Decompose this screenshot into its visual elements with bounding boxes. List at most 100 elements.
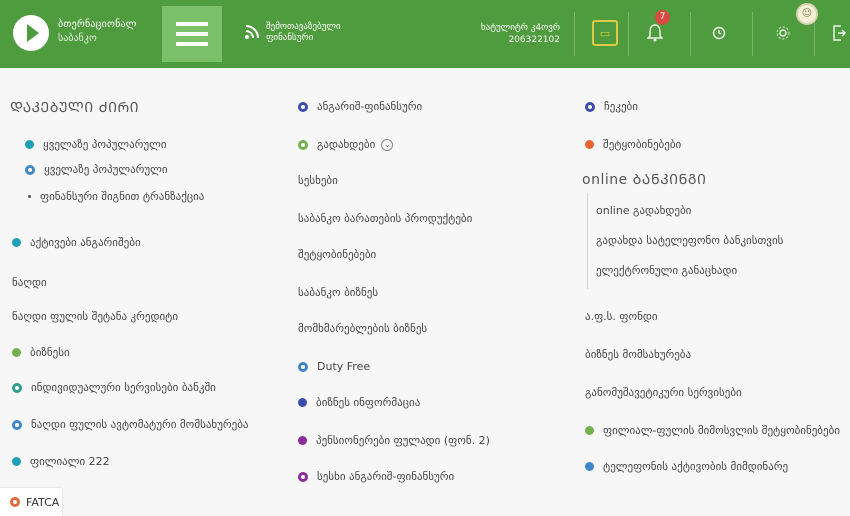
logo-icon (13, 15, 49, 51)
menu-item[interactable]: პენსიონერები ფულადი (ფონ. 2) (298, 434, 490, 447)
online-item[interactable]: ელექტრონული განაცხადი (596, 264, 737, 277)
menu-item[interactable]: აქტივები ანგარიშები (12, 236, 141, 249)
dot-icon (585, 462, 594, 471)
ring-icon (585, 101, 595, 112)
menu-item-label: სესხი ანგარიშ-ფინანსური (317, 470, 455, 483)
menu-item[interactable]: ანგარიშ-ფინანსური (298, 100, 422, 113)
dot-icon (298, 436, 307, 445)
menu-item-label: ბიზნეს ინფორმაცია (316, 396, 421, 409)
menu-item-label: ტელეფონის აქტივობის მიმდინარე (603, 460, 789, 473)
menu-item[interactable]: ყველაზე პოპულარული (25, 163, 168, 176)
rss-icon-svg (245, 25, 259, 39)
menu-item-label: შეტყობინებები (603, 138, 682, 151)
menu-item[interactable]: შეტყობინებები (585, 138, 681, 151)
menu-item[interactable]: სესხი ანგარიშ-ფინანსური (298, 470, 454, 483)
fatca-label: FATCA (26, 495, 60, 509)
card-icon[interactable]: ▭ (592, 20, 618, 46)
online-divider (587, 193, 588, 289)
rss-icon[interactable] (244, 24, 260, 40)
user-id: 206322102 (508, 35, 560, 45)
menu-item[interactable]: ყველაზე პოპულარული (25, 138, 167, 151)
menu-toggle-button[interactable] (162, 6, 222, 62)
header-separator (690, 12, 691, 56)
header-separator (574, 12, 575, 56)
user-info[interactable]: ხატულიტრ კ4ოვრ 206322102 (481, 22, 560, 46)
menu-item[interactable]: ფილიალი 222 (12, 455, 110, 468)
menu-item-label: ყველაზე პოპულარული (44, 163, 168, 176)
menu-item[interactable]: ნაღდი ფულის შეტანა კრედიტი (12, 310, 178, 323)
menu-item[interactable]: ფინანსური შიგნით ტრანზაქცია (28, 190, 204, 203)
logout-icon-svg (833, 25, 846, 41)
chevron-down-icon[interactable]: ⌄ (381, 138, 394, 151)
menu-item-label: ანგარიშ-ფინანსური (317, 100, 423, 113)
menu-item-label: ფილიალ-ფულის მიმოსვლის შეტყობინებები (603, 424, 840, 437)
menu-item-label: მომხმარებლების ბიზნეს (298, 322, 428, 335)
online-item-label: გადახდა სატელეფონო ბანკისთვის (596, 234, 784, 247)
services-line-1: შემოთავაზებული (266, 22, 341, 32)
menu-item[interactable]: ჩეკები (585, 100, 638, 113)
menu-item[interactable]: მომხმარებლების ბიზნეს (298, 322, 427, 335)
menu-item-label: ჩეკები (604, 100, 638, 113)
menu-item[interactable]: ბიზნეს მომსახურება (585, 348, 691, 361)
menu-line (176, 32, 208, 36)
menu-item[interactable]: ბიზნეს ინფორმაცია (298, 396, 420, 409)
dot-icon (298, 398, 307, 407)
menu-item[interactable]: ინდივიდუალური სერვისები ბანკში (12, 381, 216, 394)
menu-item-label: ფილიალი 222 (30, 455, 110, 468)
menu-item-label: ბიზნესი (30, 346, 70, 359)
menu-item[interactable]: საბანკო ბიზნეს (298, 286, 378, 299)
menu-item-label: საბანკო ბარათების პროდუქტები (298, 212, 473, 225)
gear-icon[interactable] (768, 18, 798, 48)
menu-item[interactable]: სესხები (298, 174, 338, 187)
menu-item[interactable]: ფილიალ-ფულის მიმოსვლის შეტყობინებები (585, 424, 840, 437)
dot-icon (585, 426, 594, 435)
services-line-2: ფინანსური (266, 33, 314, 43)
menu-item[interactable]: ა.ფ.ს. ფონდი (585, 310, 658, 323)
menu-item-label: საბანკო ბიზნეს (298, 286, 379, 299)
menu-item-label: ნაღდი (12, 276, 47, 289)
dot-icon (12, 348, 21, 357)
menu-item[interactable]: ბიზნესი (12, 346, 70, 359)
location-pin-icon (10, 497, 20, 507)
header-separator (752, 12, 753, 56)
dot-icon (25, 140, 34, 149)
menu-item[interactable]: შეტყობინებები (298, 248, 376, 261)
menu-item[interactable]: ნაღდი ფულის ავტომატური მომსახურება (12, 418, 249, 431)
menu-item-label: ნაღდი ფულის ავტომატური მომსახურება (31, 418, 249, 431)
ring-icon (12, 382, 22, 393)
ring-icon (298, 101, 308, 112)
ring-icon (298, 361, 308, 372)
menu-item-label: Duty Free (317, 360, 371, 373)
menu-item[interactable]: ტელეფონის აქტივობის მიმდინარე (585, 460, 788, 473)
menu-item-label: პენსიონერები ფულადი (ფონ. 2) (316, 434, 490, 447)
menu-item[interactable]: Duty Free (298, 360, 370, 373)
bell-icon-svg (647, 24, 663, 42)
menu-item-label: ნაღდი ფულის შეტანა კრედიტი (12, 310, 179, 323)
menu-line (176, 42, 208, 46)
menu-item[interactable]: გადახდები ⌄ (298, 138, 394, 151)
online-item[interactable]: online გადახდები (596, 204, 691, 217)
services-link[interactable]: შემოთავაზებული ფინანსური (266, 22, 341, 44)
menu-item[interactable]: ნაღდი (12, 276, 47, 289)
gear-icon-svg (776, 26, 790, 40)
clock-icon[interactable] (704, 18, 734, 48)
menu-item-label: გადახდები (317, 138, 376, 151)
ring-icon (298, 139, 308, 150)
menu-item-label: ბიზნეს მომსახურება (585, 348, 692, 361)
logout-icon[interactable] (824, 18, 850, 48)
top-header: ბთერნაციონალ საბანკო შემოთავაზებული ფინა… (0, 0, 850, 68)
logo-subtitle: საბანკო (58, 33, 97, 44)
dot-icon (12, 238, 21, 247)
online-item-label: ელექტრონული განაცხადი (596, 264, 738, 277)
menu-item[interactable]: განომუშავეტიკური სერვისები (585, 386, 742, 399)
fatca-button[interactable]: FATCA (0, 488, 62, 516)
notification-badge: 7 (655, 10, 670, 25)
clock-icon-svg (712, 26, 726, 40)
bank-logo[interactable]: ბთერნაციონალ საბანკო (8, 12, 168, 54)
ring-icon (298, 471, 308, 482)
dot-icon (585, 140, 594, 149)
menu-item[interactable]: საბანკო ბარათების პროდუქტები (298, 212, 472, 225)
section-title-main: ᲓᲐᲙᲔᲑᲣᲚᲘ ᲫᲘᲠᲘ (10, 100, 140, 116)
menu-item-label: ყველაზე პოპულარული (43, 138, 167, 151)
online-item[interactable]: გადახდა სატელეფონო ბანკისთვის (596, 234, 783, 247)
